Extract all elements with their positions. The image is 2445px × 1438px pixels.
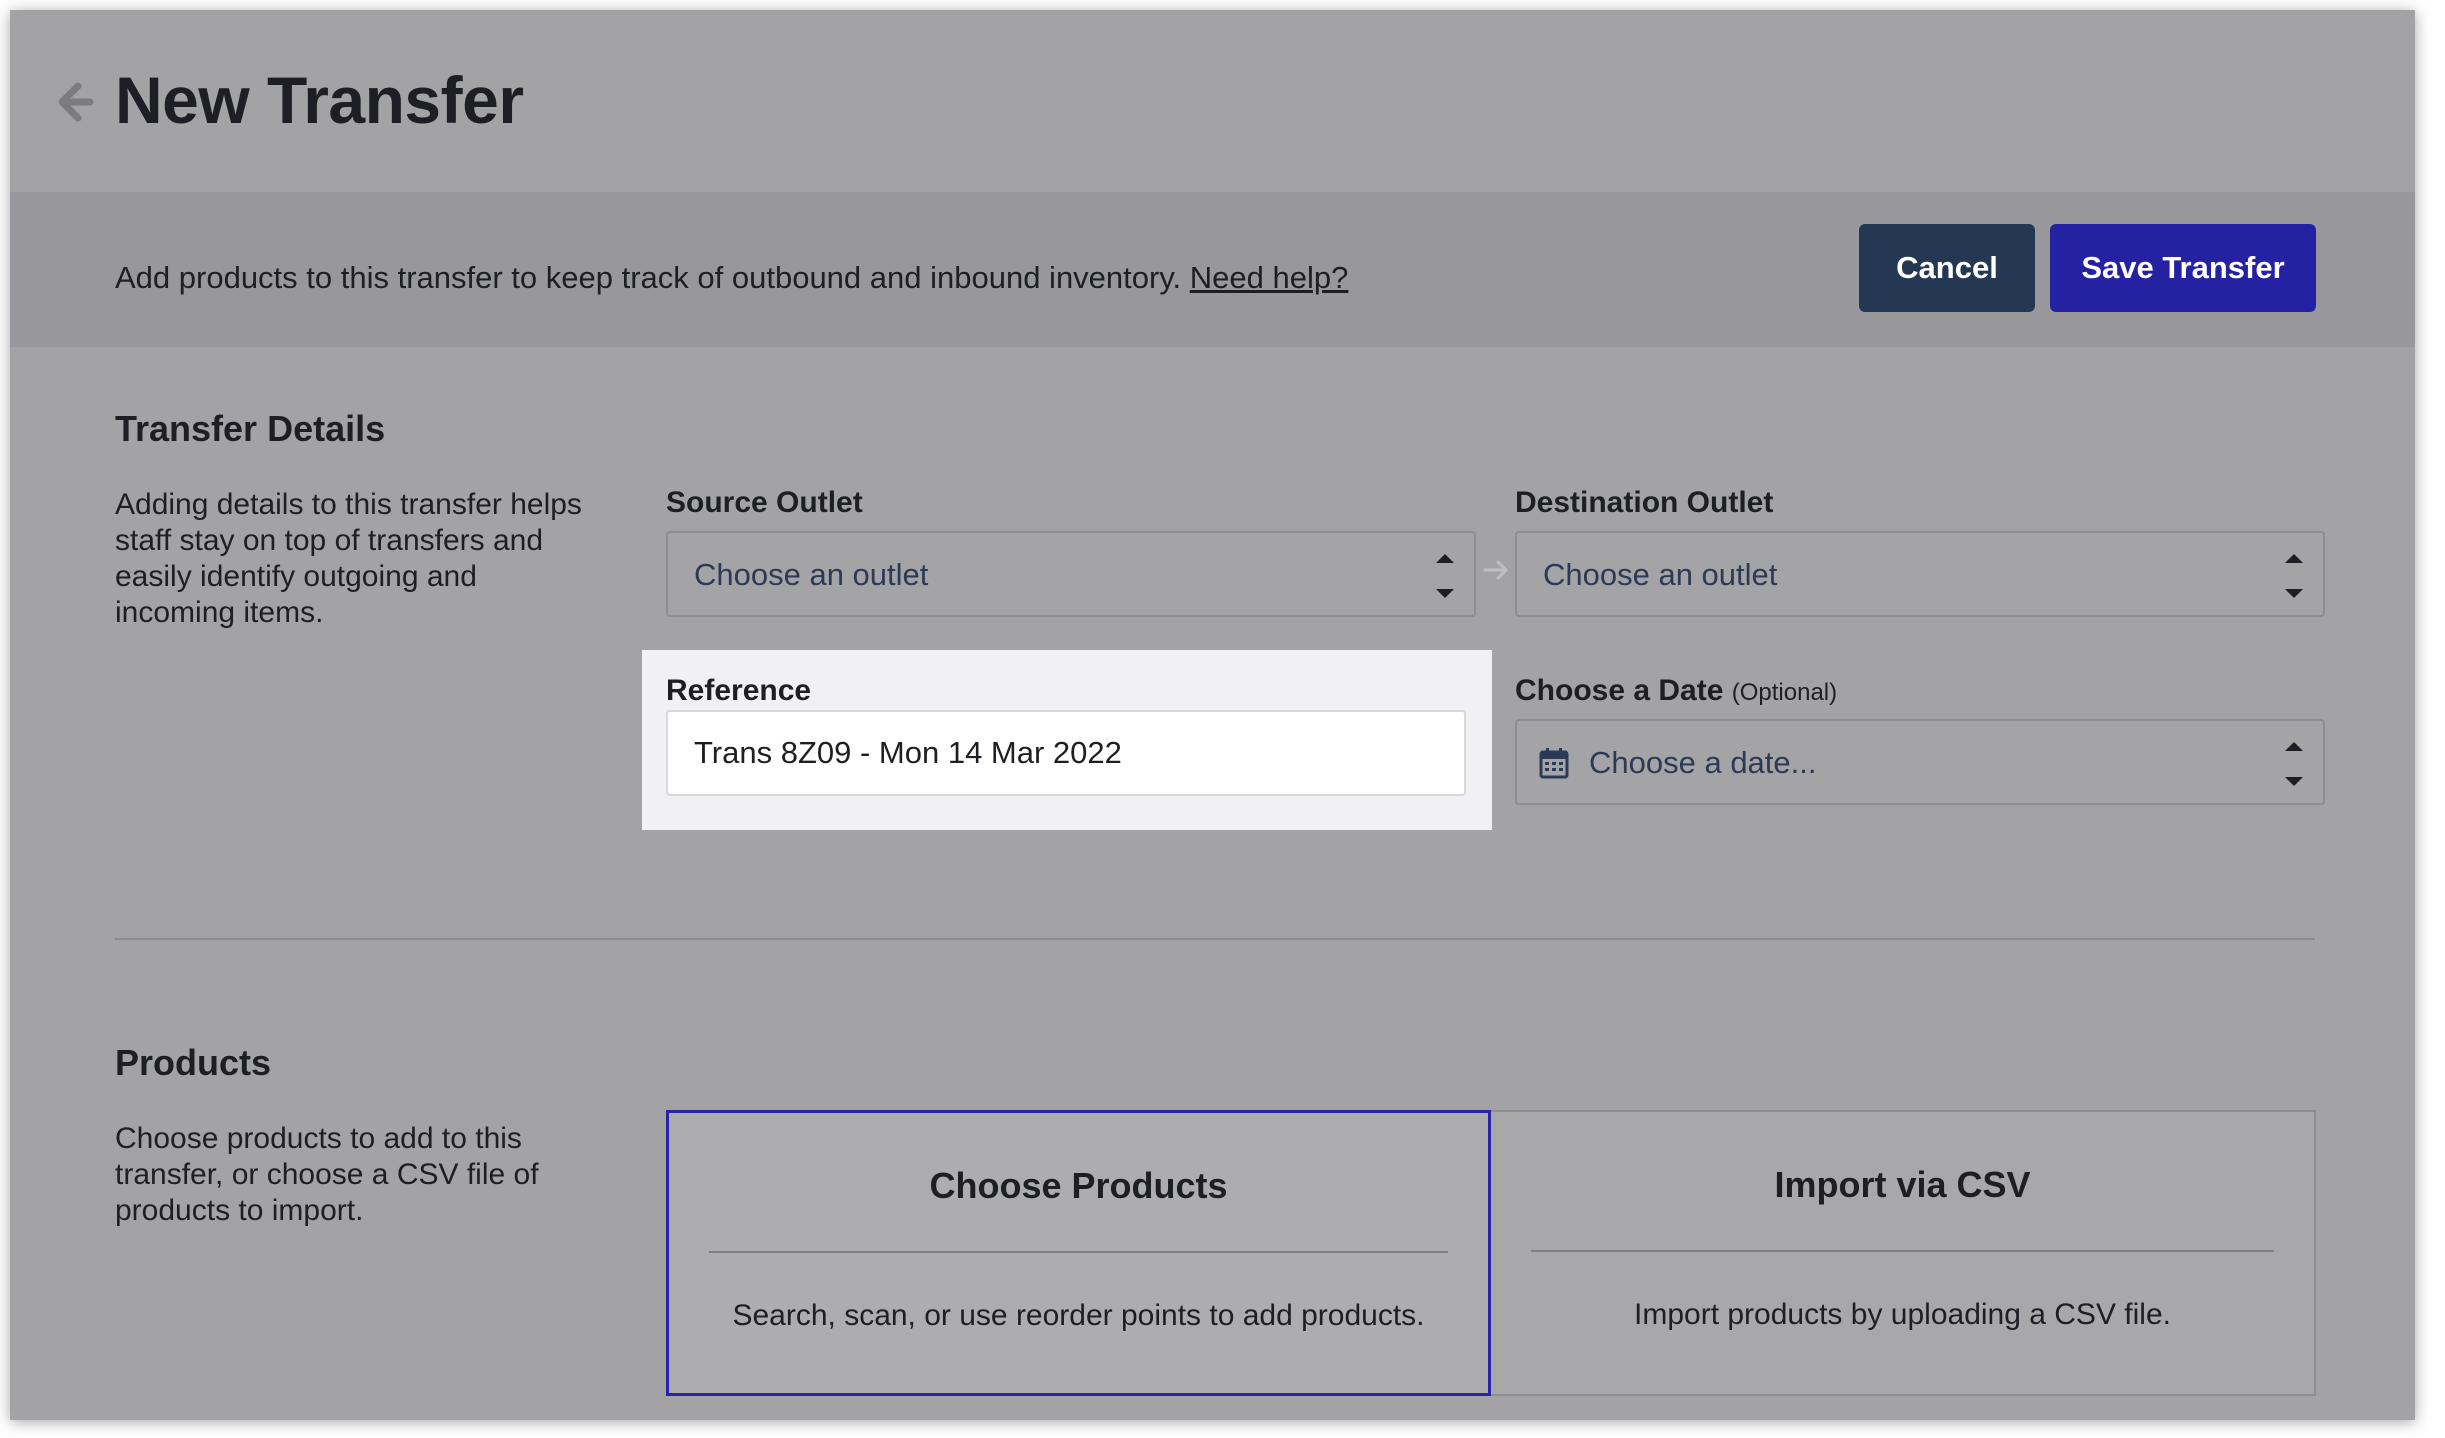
spinner-icon [2285, 742, 2303, 786]
transfer-details-title: Transfer Details [115, 408, 386, 449]
banner-text: Add products to this transfer to keep tr… [115, 260, 1182, 295]
choose-products-option[interactable]: Choose Products Search, scan, or use reo… [666, 1110, 1491, 1396]
spinner-icon [2285, 554, 2303, 598]
back-arrow-icon[interactable] [50, 72, 110, 132]
section-divider [115, 938, 2315, 940]
save-transfer-button[interactable]: Save Transfer [2050, 224, 2316, 312]
reference-input[interactable]: Trans 8Z09 - Mon 14 Mar 2022 [666, 710, 1466, 796]
destination-outlet-label: Destination Outlet [1515, 486, 1774, 519]
import-csv-description: Import products by uploading a CSV file. [1634, 1298, 2171, 1331]
import-csv-title: Import via CSV [1774, 1164, 2031, 1205]
import-csv-option[interactable]: Import via CSV Import products by upload… [1491, 1110, 2316, 1396]
date-label: Choose a Date (Optional) [1515, 674, 1837, 708]
spinner-icon [1436, 554, 1454, 598]
card-divider [1531, 1250, 2274, 1252]
source-outlet-value: Choose an outlet [694, 557, 929, 592]
need-help-link[interactable]: Need help? [1190, 260, 1349, 295]
destination-outlet-value: Choose an outlet [1543, 557, 1778, 592]
arrow-right-icon [1483, 560, 1508, 580]
card-divider [709, 1251, 1448, 1253]
date-label-text: Choose a Date [1515, 674, 1724, 707]
calendar-icon [1539, 748, 1569, 779]
products-description: Choose products to add to this transfer,… [115, 1122, 539, 1227]
products-title: Products [115, 1042, 272, 1083]
page-title: New Transfer [115, 63, 524, 137]
destination-outlet-select[interactable]: Choose an outlet [1515, 531, 2325, 617]
date-picker[interactable]: Choose a date... [1515, 719, 2325, 805]
transfer-details-description: Adding details to this transfer helps st… [115, 488, 582, 629]
source-outlet-label: Source Outlet [666, 486, 863, 519]
banner-message: Add products to this transfer to keep tr… [115, 260, 1348, 296]
date-placeholder: Choose a date... [1589, 745, 1817, 780]
source-outlet-select[interactable]: Choose an outlet [666, 531, 1476, 617]
choose-products-description: Search, scan, or use reorder points to a… [732, 1299, 1425, 1332]
reference-label: Reference [666, 674, 812, 707]
app-window: New Transfer Add products to this transf… [10, 10, 2415, 1420]
choose-products-title: Choose Products [929, 1165, 1228, 1206]
cancel-button[interactable]: Cancel [1859, 224, 2035, 312]
optional-tag: (Optional) [1731, 679, 1838, 706]
